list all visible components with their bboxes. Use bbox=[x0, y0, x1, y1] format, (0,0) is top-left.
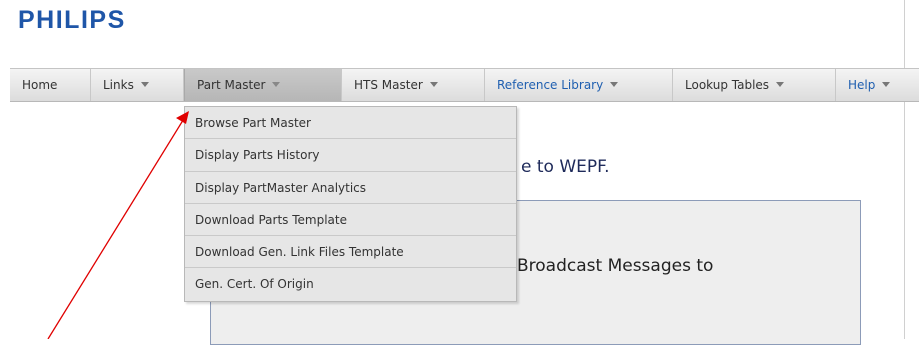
annotation-arrow bbox=[47, 111, 189, 339]
